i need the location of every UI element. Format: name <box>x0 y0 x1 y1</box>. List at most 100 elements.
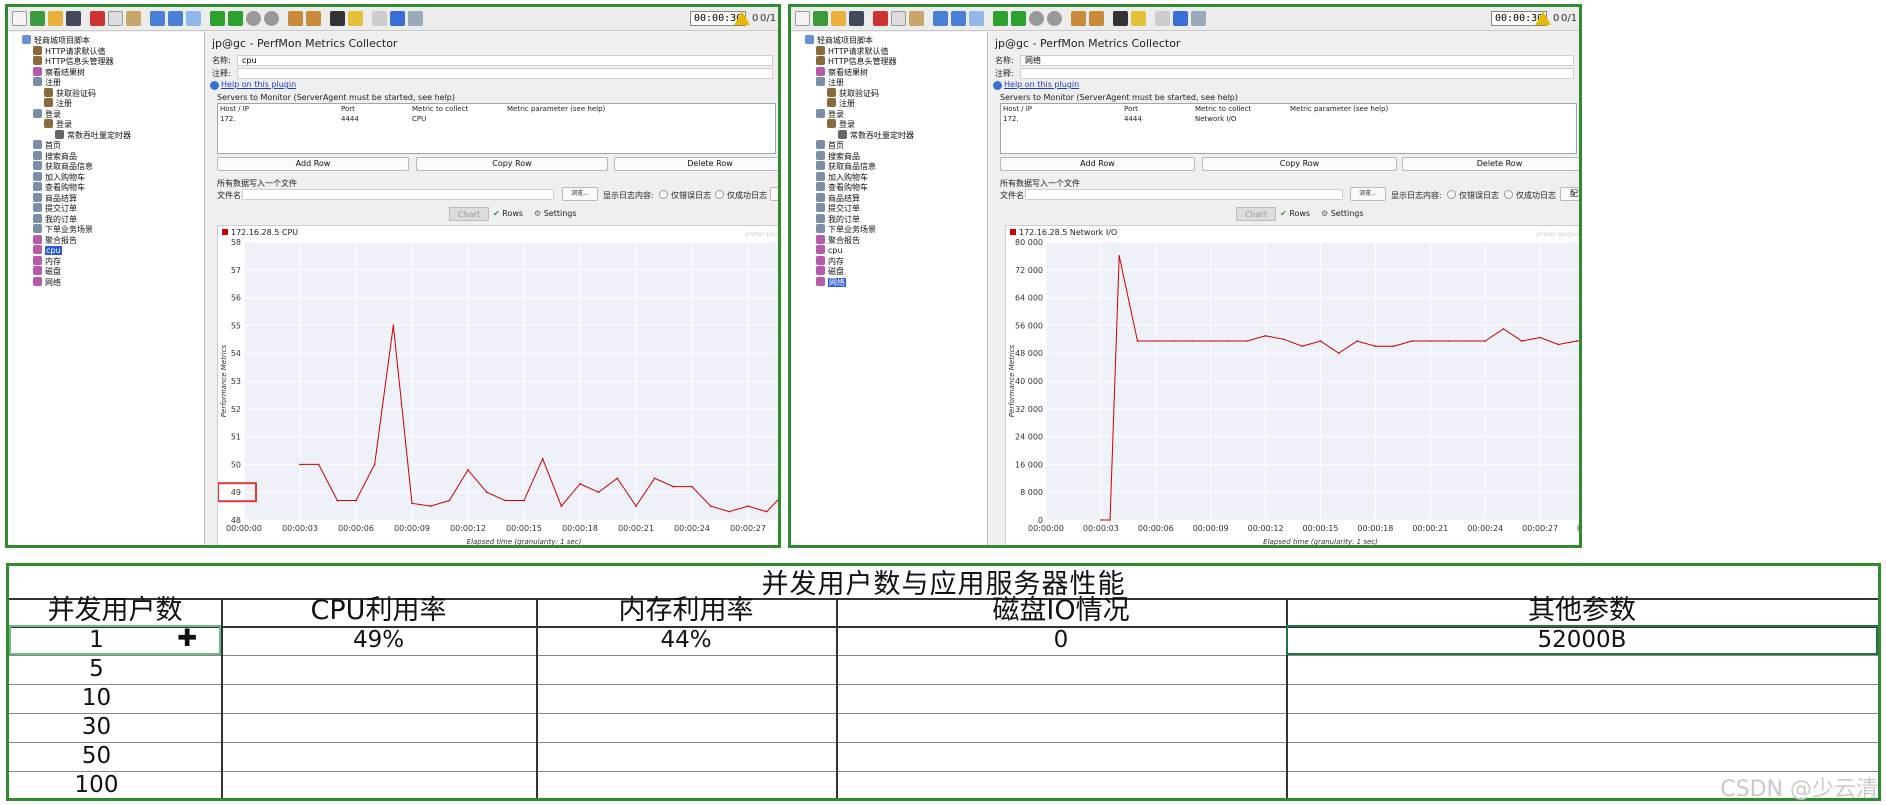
warning-icon[interactable] <box>1535 11 1551 25</box>
table-cell[interactable]: 49% <box>221 626 536 655</box>
new-icon[interactable] <box>795 11 810 26</box>
table-cell[interactable] <box>836 684 1286 713</box>
collapse-icon[interactable] <box>168 11 183 26</box>
toggle-icon[interactable] <box>186 11 201 26</box>
warning-icon[interactable] <box>734 11 750 25</box>
table-cell[interactable] <box>1286 713 1878 742</box>
config-button[interactable]: 配置 <box>770 187 778 201</box>
tree-item[interactable]: 常数吞吐量定时器 <box>55 129 131 142</box>
start-no-pause-icon[interactable] <box>228 11 243 26</box>
browse-button[interactable]: 浏览... <box>1350 187 1386 201</box>
paste-icon[interactable] <box>909 11 924 26</box>
tab-chart[interactable]: Chart <box>449 207 489 221</box>
table-cell[interactable] <box>836 655 1286 684</box>
delete-row-button[interactable]: Delete Row <box>1402 157 1579 171</box>
table-cell[interactable] <box>221 771 536 798</box>
success-only-checkbox[interactable] <box>715 190 724 199</box>
table-cell[interactable] <box>836 713 1286 742</box>
table-cell[interactable] <box>221 713 536 742</box>
name-field[interactable]: 网络 <box>1020 55 1574 66</box>
collapse-icon[interactable] <box>951 11 966 26</box>
table-cell[interactable] <box>536 684 836 713</box>
row-metric[interactable]: Network I/O <box>1195 115 1236 123</box>
clear-all-icon[interactable] <box>306 11 321 26</box>
row-metric[interactable]: CPU <box>412 115 426 123</box>
cut-icon[interactable] <box>873 11 888 26</box>
templates-icon[interactable] <box>30 11 45 26</box>
copy-icon[interactable] <box>891 11 906 26</box>
comment-field[interactable] <box>237 68 773 79</box>
comment-field[interactable] <box>1020 68 1574 79</box>
table-cell[interactable] <box>536 742 836 771</box>
save-icon[interactable] <box>849 11 864 26</box>
copy-row-button[interactable]: Copy Row <box>1202 157 1397 171</box>
table-cell[interactable] <box>1286 655 1878 684</box>
stop-icon[interactable] <box>246 11 261 26</box>
tab-rows[interactable]: ✔ Rows <box>1280 207 1310 221</box>
start-no-pause-icon[interactable] <box>1011 11 1026 26</box>
toggle-icon[interactable] <box>969 11 984 26</box>
tree-item[interactable]: 网络 <box>33 276 61 289</box>
test-plan-tree[interactable]: 轻商城项目脚本 HTTP请求默认值 HTTP信息头管理器 察看结果树 注册 获取验证码 注册… <box>791 32 988 545</box>
help-icon[interactable] <box>1173 11 1188 26</box>
errors-only-checkbox[interactable] <box>1447 190 1456 199</box>
copy-row-button[interactable]: Copy Row <box>416 157 608 171</box>
table-cell[interactable]: 0 <box>836 626 1286 655</box>
table-cell[interactable] <box>836 771 1286 798</box>
selected-cell[interactable] <box>1286 625 1878 655</box>
table-cell[interactable] <box>1286 742 1878 771</box>
errors-only-checkbox[interactable] <box>659 190 668 199</box>
table-cell[interactable] <box>536 771 836 798</box>
tree-item[interactable]: 网络 <box>816 276 846 289</box>
start-icon[interactable] <box>210 11 225 26</box>
add-row-button[interactable]: Add Row <box>1000 157 1195 171</box>
browse-button[interactable]: 浏览... <box>562 187 598 201</box>
help-icon[interactable] <box>390 11 405 26</box>
table-cell[interactable] <box>836 742 1286 771</box>
table-cell[interactable]: 44% <box>536 626 836 655</box>
open-icon[interactable] <box>48 11 63 26</box>
reset-search-icon[interactable] <box>348 11 363 26</box>
table-cell[interactable]: 30 <box>9 713 184 742</box>
tree-item[interactable]: 常数吞吐量定时器 <box>838 129 914 142</box>
remote-icon[interactable] <box>1191 11 1206 26</box>
row-host[interactable]: 172. <box>220 115 236 123</box>
expand-icon[interactable] <box>150 11 165 26</box>
table-cell[interactable] <box>536 655 836 684</box>
servers-table[interactable]: Host / IP Port Metric to collect Metric … <box>1000 103 1577 154</box>
reset-search-icon[interactable] <box>1131 11 1146 26</box>
table-cell[interactable] <box>221 684 536 713</box>
table-cell[interactable] <box>1286 684 1878 713</box>
table-cell[interactable]: 5 <box>9 655 184 684</box>
templates-icon[interactable] <box>813 11 828 26</box>
search-icon[interactable] <box>330 11 345 26</box>
open-icon[interactable] <box>831 11 846 26</box>
start-icon[interactable] <box>993 11 1008 26</box>
success-only-checkbox[interactable] <box>1504 190 1513 199</box>
servers-table[interactable]: Host / IP Port Metric to collect Metric … <box>217 103 776 154</box>
paste-icon[interactable] <box>126 11 141 26</box>
help-link[interactable]: Help on this plugin <box>1004 80 1079 89</box>
cut-icon[interactable] <box>90 11 105 26</box>
table-cell[interactable] <box>536 713 836 742</box>
table-cell[interactable] <box>221 742 536 771</box>
new-icon[interactable] <box>12 11 27 26</box>
expand-icon[interactable] <box>933 11 948 26</box>
tab-chart[interactable]: Chart <box>1236 207 1276 221</box>
remote-icon[interactable] <box>408 11 423 26</box>
copy-icon[interactable] <box>108 11 123 26</box>
table-cell[interactable]: 50 <box>9 742 184 771</box>
save-icon[interactable] <box>66 11 81 26</box>
help-link[interactable]: Help on this plugin <box>221 80 296 89</box>
shutdown-icon[interactable] <box>264 11 279 26</box>
config-button[interactable]: 配置 <box>1560 187 1579 201</box>
test-plan-tree[interactable]: 轻商城项目脚本 HTTP请求默认值 HTTP信息头管理器 察看结果树 注册 获取验证码 注册… <box>8 32 205 545</box>
clear-icon[interactable] <box>1071 11 1086 26</box>
clear-all-icon[interactable] <box>1089 11 1104 26</box>
table-cell[interactable] <box>221 655 536 684</box>
row-host[interactable]: 172. <box>1003 115 1019 123</box>
clear-icon[interactable] <box>288 11 303 26</box>
table-cell[interactable]: 100 <box>9 771 184 798</box>
search-icon[interactable] <box>1113 11 1128 26</box>
stop-icon[interactable] <box>1029 11 1044 26</box>
